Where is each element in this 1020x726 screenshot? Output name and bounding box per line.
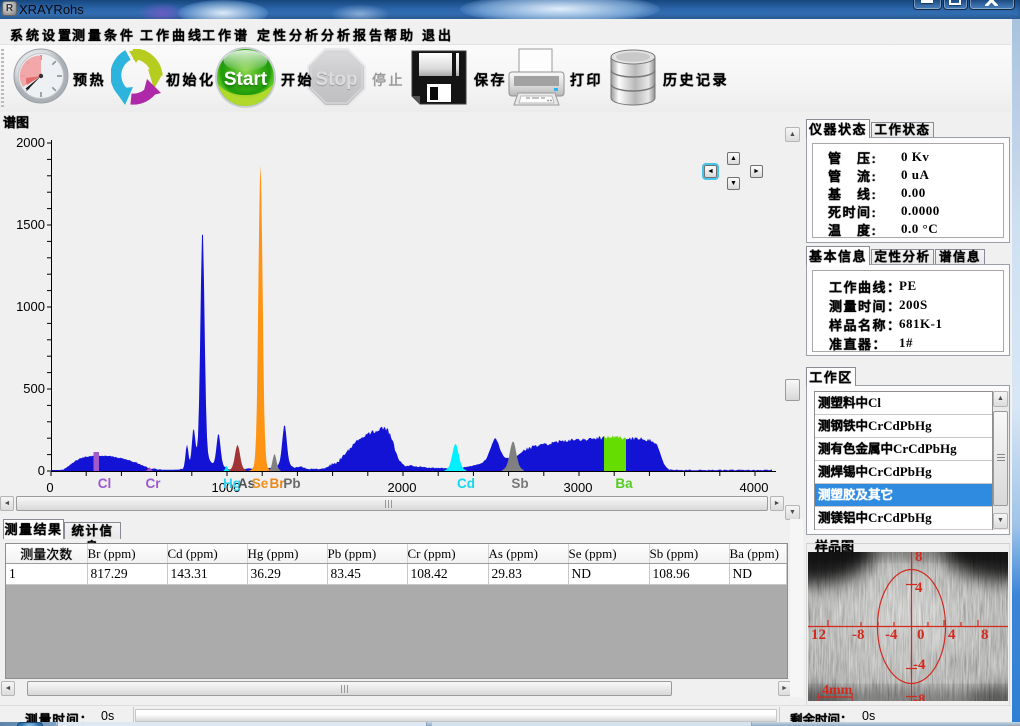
svg-text:2000: 2000: [16, 135, 45, 150]
svg-text:Stop: Stop: [315, 69, 357, 90]
svg-text:Se: Se: [252, 476, 269, 491]
svg-text:Sb: Sb: [511, 476, 528, 491]
svg-text:8: 8: [981, 627, 989, 643]
svg-text:8: 8: [915, 552, 923, 565]
svg-text:4000: 4000: [740, 480, 769, 495]
svg-text:0: 0: [917, 627, 925, 643]
svg-text:-4: -4: [885, 627, 898, 643]
svg-text:2000: 2000: [388, 480, 417, 495]
svg-text:1000: 1000: [16, 299, 45, 314]
svg-text:Pb: Pb: [283, 476, 300, 491]
svg-text:-8: -8: [913, 692, 926, 701]
svg-text:Start: Start: [224, 69, 268, 90]
svg-text:0: 0: [46, 480, 53, 495]
svg-text:500: 500: [23, 381, 45, 396]
svg-text:-4: -4: [913, 657, 926, 673]
svg-text:0: 0: [38, 463, 45, 478]
svg-text:-8: -8: [852, 627, 865, 643]
svg-text:1500: 1500: [16, 217, 45, 232]
svg-text:3000: 3000: [564, 480, 593, 495]
svg-text:4mm: 4mm: [822, 683, 853, 698]
svg-text:4: 4: [948, 627, 956, 643]
svg-text:4: 4: [915, 580, 923, 596]
svg-text:Ba: Ba: [615, 476, 633, 491]
svg-text:Cl: Cl: [98, 476, 112, 491]
svg-text:12: 12: [811, 627, 826, 643]
svg-text:Cr: Cr: [145, 476, 161, 491]
svg-text:Cd: Cd: [457, 476, 475, 491]
